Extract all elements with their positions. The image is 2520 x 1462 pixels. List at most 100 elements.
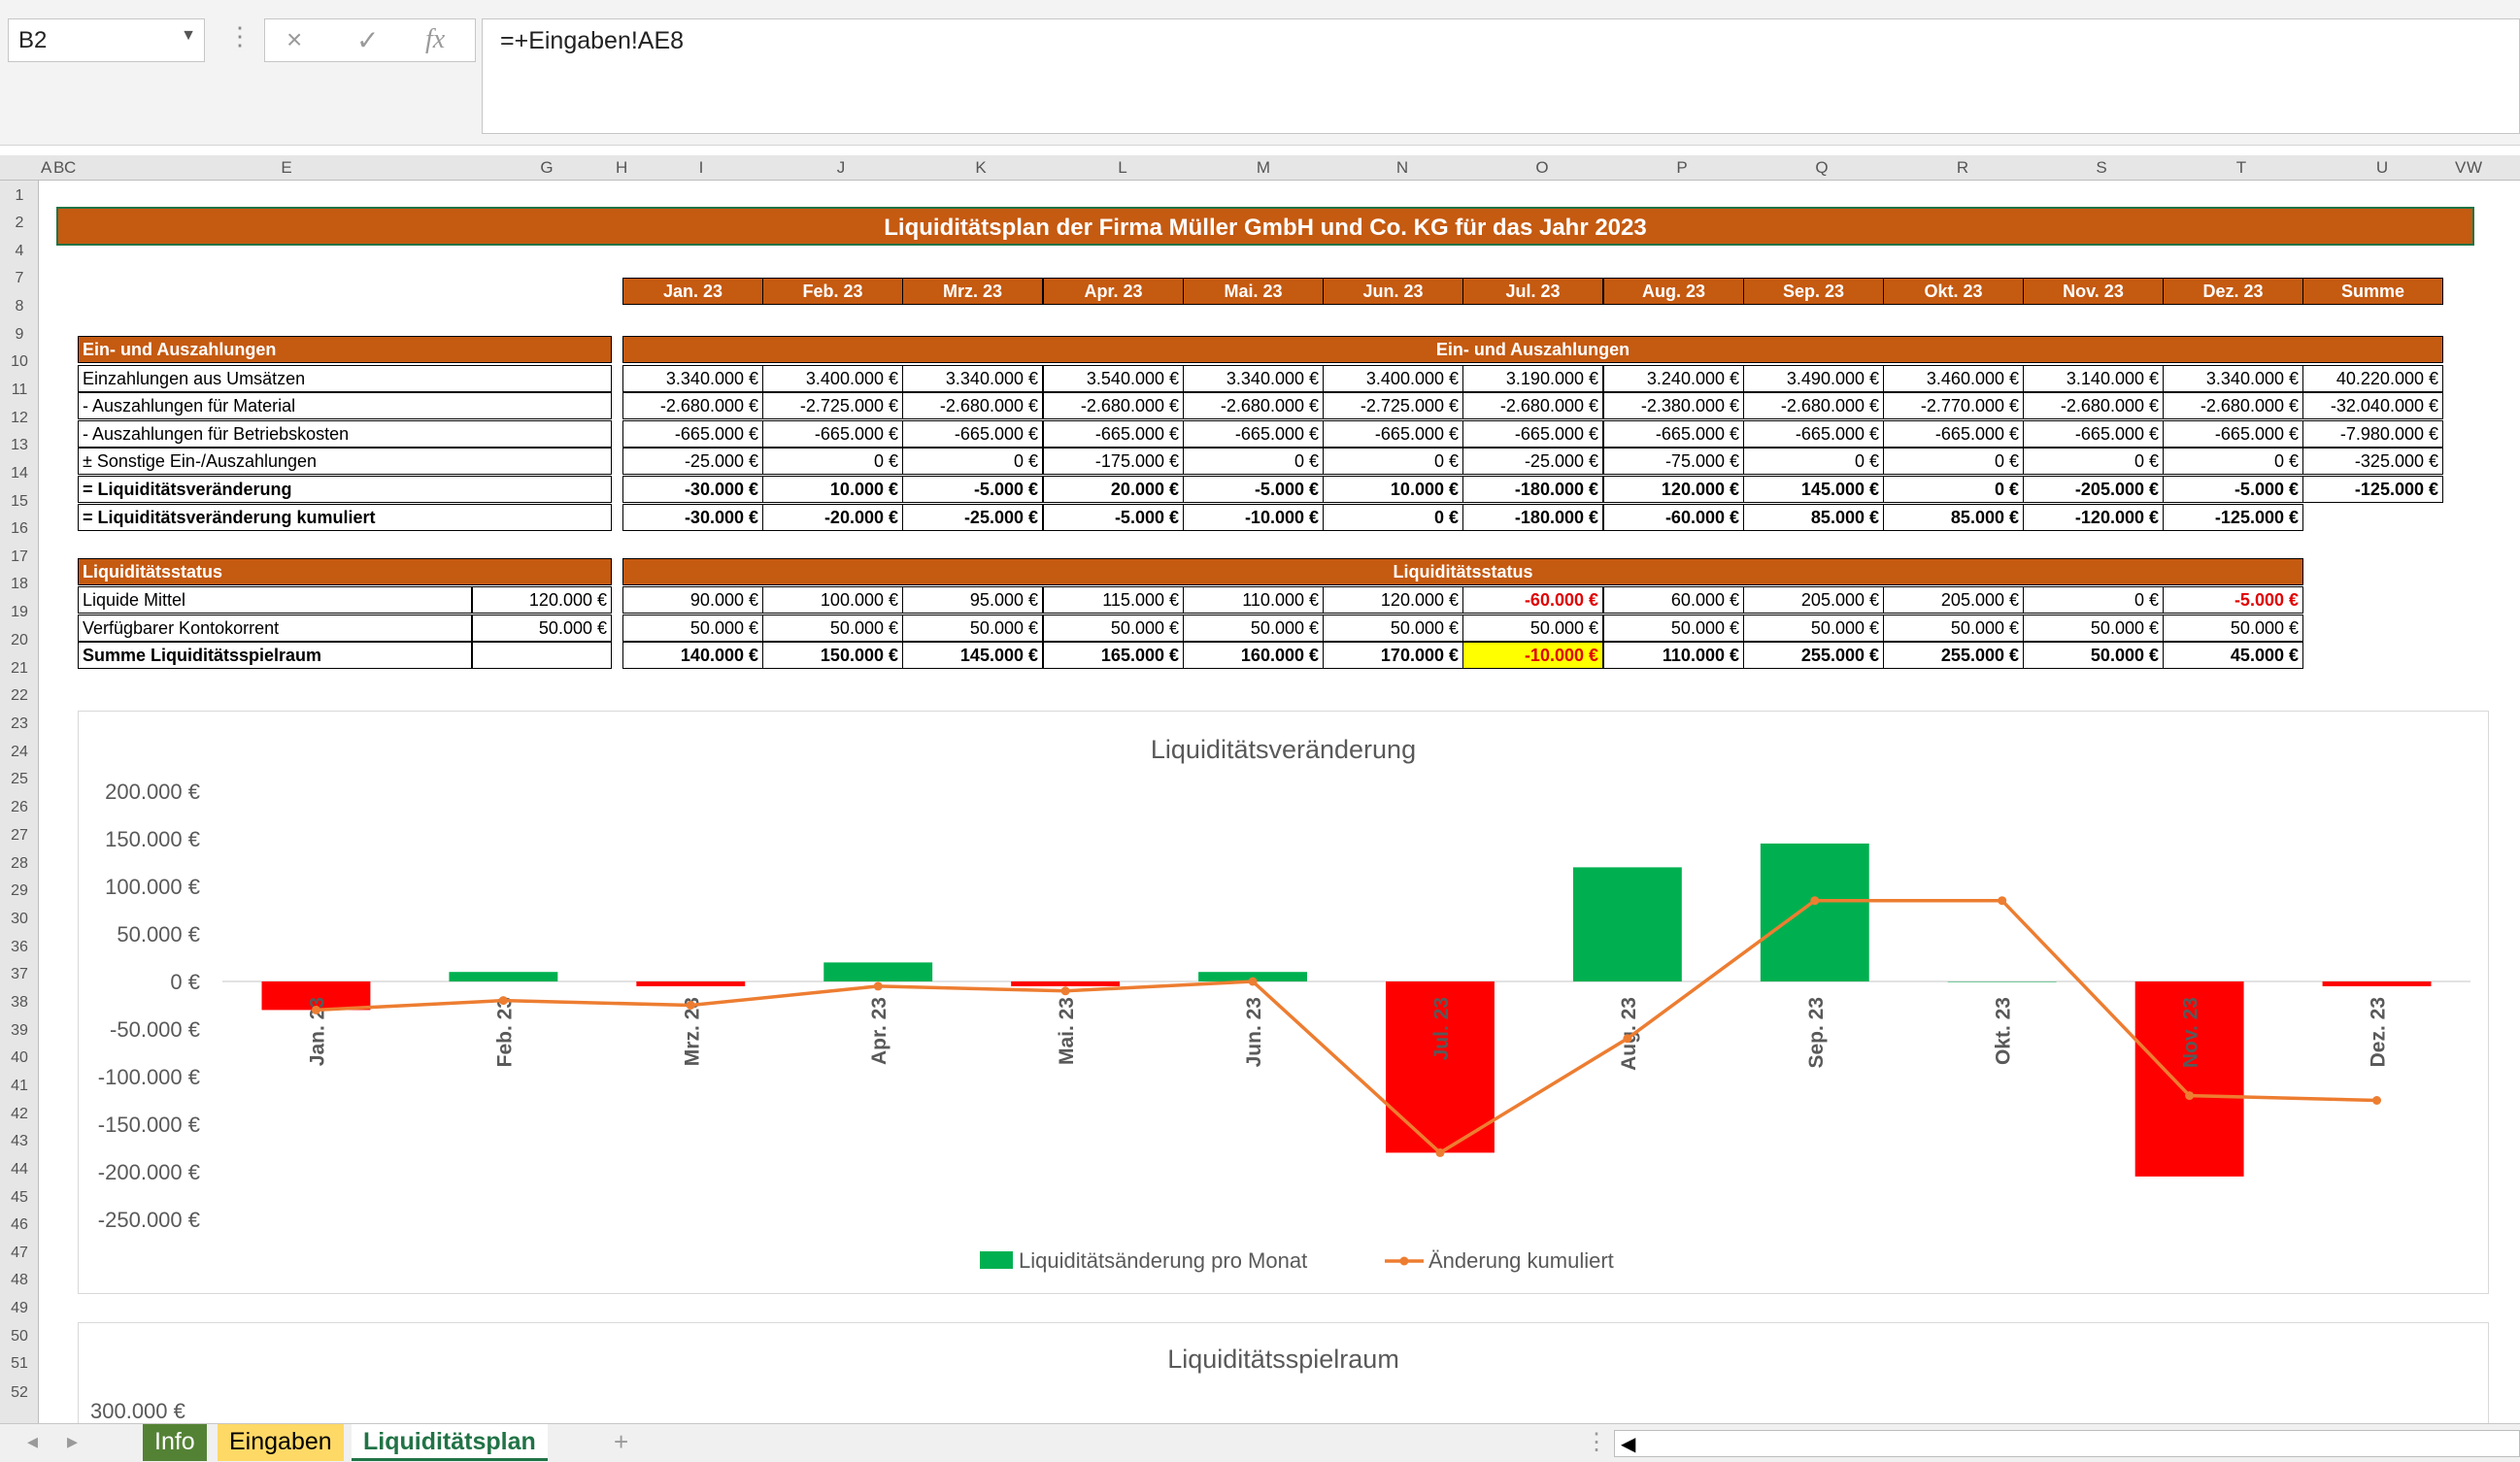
- column-header-cell[interactable]: P: [1672, 158, 1692, 178]
- value-cell[interactable]: -665.000 €: [2163, 420, 2303, 448]
- value-cell[interactable]: 3.400.000 €: [762, 365, 903, 392]
- value-cell[interactable]: 10.000 €: [1323, 476, 1463, 503]
- value-cell[interactable]: -60.000 €: [1462, 586, 1603, 614]
- month-header[interactable]: Jun. 23: [1323, 278, 1463, 305]
- column-header-cell[interactable]: U: [2372, 158, 2392, 178]
- value-cell[interactable]: -5.000 €: [1043, 504, 1184, 531]
- month-header[interactable]: Sep. 23: [1743, 278, 1884, 305]
- row-header-cell[interactable]: 1: [0, 187, 39, 205]
- tab-liquiditaetsplan[interactable]: Liquiditätsplan: [352, 1424, 548, 1461]
- value-cell[interactable]: -125.000 €: [2302, 476, 2443, 503]
- value-cell[interactable]: -75.000 €: [1603, 448, 1744, 475]
- value-cell[interactable]: -10.000 €: [1462, 642, 1603, 669]
- row-header-cell[interactable]: 38: [0, 994, 39, 1012]
- value-cell[interactable]: 205.000 €: [1743, 586, 1884, 614]
- section-header-status[interactable]: Liquiditätsstatus: [78, 558, 612, 585]
- value-cell[interactable]: 3.190.000 €: [1462, 365, 1603, 392]
- row-header-cell[interactable]: 23: [0, 715, 39, 733]
- row-header-cell[interactable]: 14: [0, 465, 39, 482]
- row-header-cell[interactable]: 41: [0, 1078, 39, 1095]
- value-cell[interactable]: -2.725.000 €: [762, 392, 903, 419]
- input-cell[interactable]: 50.000 €: [472, 615, 612, 642]
- value-cell[interactable]: 3.460.000 €: [1883, 365, 2024, 392]
- value-cell[interactable]: -325.000 €: [2302, 448, 2443, 475]
- value-cell[interactable]: -32.040.000 €: [2302, 392, 2443, 419]
- value-cell[interactable]: 3.400.000 €: [1323, 365, 1463, 392]
- column-header-cell[interactable]: T: [2232, 158, 2251, 178]
- row-header-cell[interactable]: 26: [0, 799, 39, 816]
- row-header-cell[interactable]: 39: [0, 1022, 39, 1040]
- month-header[interactable]: Aug. 23: [1603, 278, 1744, 305]
- value-cell[interactable]: 50.000 €: [1043, 615, 1184, 642]
- row-header-cell[interactable]: 25: [0, 771, 39, 788]
- section-header-status-right[interactable]: Liquiditätsstatus: [622, 558, 2303, 585]
- value-cell[interactable]: 170.000 €: [1323, 642, 1463, 669]
- value-cell[interactable]: -30.000 €: [622, 476, 763, 503]
- column-header-cell[interactable]: O: [1532, 158, 1552, 178]
- value-cell[interactable]: 20.000 €: [1043, 476, 1184, 503]
- value-cell[interactable]: 50.000 €: [762, 615, 903, 642]
- value-cell[interactable]: -25.000 €: [622, 448, 763, 475]
- enter-icon[interactable]: ✓: [356, 24, 379, 56]
- column-header-cell[interactable]: B: [53, 158, 64, 178]
- value-cell[interactable]: -180.000 €: [1462, 504, 1603, 531]
- month-header[interactable]: Feb. 23: [762, 278, 903, 305]
- value-cell[interactable]: -180.000 €: [1462, 476, 1603, 503]
- row-header-cell[interactable]: 11: [0, 382, 39, 399]
- row-header-cell[interactable]: 19: [0, 604, 39, 621]
- value-cell[interactable]: 120.000 €: [1603, 476, 1744, 503]
- row-label[interactable]: = Liquiditätsveränderung: [78, 476, 612, 503]
- value-cell[interactable]: 255.000 €: [1883, 642, 2024, 669]
- value-cell[interactable]: -665.000 €: [1883, 420, 2024, 448]
- column-header-cell[interactable]: H: [616, 158, 627, 178]
- row-header-cell[interactable]: 45: [0, 1189, 39, 1207]
- row-header-cell[interactable]: 47: [0, 1245, 39, 1262]
- value-cell[interactable]: 145.000 €: [902, 642, 1043, 669]
- value-cell[interactable]: 0 €: [2023, 448, 2164, 475]
- row-header-cell[interactable]: 10: [0, 353, 39, 371]
- value-cell[interactable]: -2.680.000 €: [1743, 392, 1884, 419]
- scroll-left-icon[interactable]: ◀: [1621, 1432, 1635, 1456]
- column-header-cell[interactable]: N: [1393, 158, 1412, 178]
- column-header-cell[interactable]: I: [691, 158, 711, 178]
- value-cell[interactable]: 3.340.000 €: [1183, 365, 1324, 392]
- row-header-cell[interactable]: 46: [0, 1216, 39, 1234]
- value-cell[interactable]: 95.000 €: [902, 586, 1043, 614]
- value-cell[interactable]: 0 €: [1323, 504, 1463, 531]
- column-header-cell[interactable]: V: [2455, 158, 2466, 178]
- value-cell[interactable]: 110.000 €: [1183, 586, 1324, 614]
- horizontal-scrollbar[interactable]: ◀: [1614, 1430, 2520, 1457]
- row-header-cell[interactable]: 30: [0, 911, 39, 928]
- value-cell[interactable]: -5.000 €: [902, 476, 1043, 503]
- value-cell[interactable]: -25.000 €: [902, 504, 1043, 531]
- value-cell[interactable]: 165.000 €: [1043, 642, 1184, 669]
- row-header-cell[interactable]: 43: [0, 1133, 39, 1150]
- value-cell[interactable]: 3.140.000 €: [2023, 365, 2164, 392]
- value-cell[interactable]: -2.770.000 €: [1883, 392, 2024, 419]
- chart-liquiditaetsspielraum[interactable]: Liquiditätsspielraum 300.000 €: [78, 1322, 2489, 1423]
- chevron-down-icon[interactable]: ▼: [181, 27, 196, 45]
- value-cell[interactable]: 10.000 €: [762, 476, 903, 503]
- value-cell[interactable]: 60.000 €: [1603, 586, 1744, 614]
- value-cell[interactable]: -665.000 €: [1603, 420, 1744, 448]
- value-cell[interactable]: -5.000 €: [1183, 476, 1324, 503]
- worksheet[interactable]: Liquiditätsplan der Firma Müller GmbH un…: [39, 181, 2520, 1423]
- value-cell[interactable]: -2.380.000 €: [1603, 392, 1744, 419]
- value-cell[interactable]: 50.000 €: [1462, 615, 1603, 642]
- row-label[interactable]: Verfügbarer Kontokorrent: [78, 615, 472, 642]
- value-cell[interactable]: -665.000 €: [902, 420, 1043, 448]
- row-header-cell[interactable]: 2: [0, 215, 39, 232]
- value-cell[interactable]: -665.000 €: [1043, 420, 1184, 448]
- row-header-cell[interactable]: 15: [0, 493, 39, 511]
- value-cell[interactable]: -125.000 €: [2163, 504, 2303, 531]
- insert-function-icon[interactable]: fx: [425, 24, 445, 55]
- month-header[interactable]: Jan. 23: [622, 278, 763, 305]
- value-cell[interactable]: 115.000 €: [1043, 586, 1184, 614]
- value-cell[interactable]: -2.680.000 €: [1462, 392, 1603, 419]
- tab-info[interactable]: Info: [143, 1424, 207, 1461]
- row-header-cell[interactable]: 51: [0, 1355, 39, 1373]
- value-cell[interactable]: 0 €: [762, 448, 903, 475]
- value-cell[interactable]: -205.000 €: [2023, 476, 2164, 503]
- value-cell[interactable]: -5.000 €: [2163, 586, 2303, 614]
- row-header-cell[interactable]: 52: [0, 1384, 39, 1402]
